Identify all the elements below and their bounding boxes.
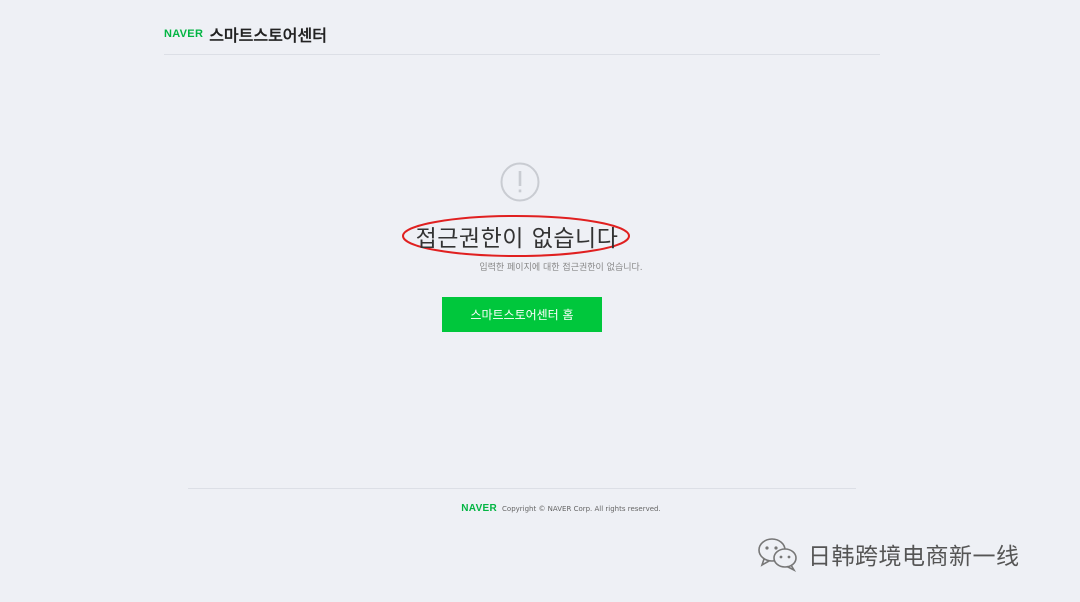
page: NAVER 스마트스토어센터 접근권한이 없습니다 입력한 페이지에 대한 접근…: [0, 0, 1080, 602]
brand-title[interactable]: 스마트스토어센터: [209, 22, 327, 46]
header: NAVER 스마트스토어센터: [164, 14, 880, 55]
footer-divider: [188, 488, 856, 489]
error-title: 접근권한이 없습니다: [415, 226, 619, 252]
smartstore-home-button[interactable]: 스마트스토어센터 홈: [442, 297, 602, 332]
footer-naver-logo[interactable]: NAVER: [461, 503, 497, 514]
watermark-text: 日韩跨境电商新一线: [808, 544, 1020, 570]
warning-icon: [500, 162, 540, 202]
copyright-text: Copyright © NAVER Corp. All rights reser…: [502, 504, 661, 513]
wechat-icon: [758, 538, 797, 572]
error-title-area: 접근권한이 없습니다: [400, 212, 634, 260]
naver-logo[interactable]: NAVER: [164, 28, 203, 40]
footer: NAVER Copyright © NAVER Corp. All rights…: [0, 503, 1080, 514]
error-description: 입력한 페이지에 대한 접근권한이 없습니다.: [479, 263, 643, 273]
watermark: 日韩跨境电商新一线: [756, 534, 1020, 574]
